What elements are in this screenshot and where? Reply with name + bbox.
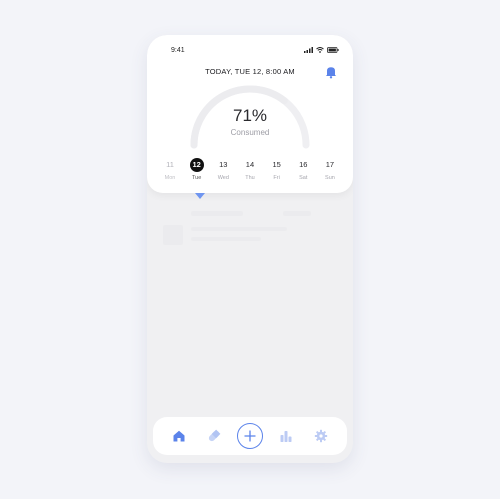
bell-icon[interactable]	[324, 65, 338, 79]
consumed-label: Consumed	[230, 128, 270, 137]
tab-medications[interactable]	[202, 424, 226, 448]
placeholder-line	[191, 211, 243, 216]
phone-frame: 9:41 TODAY, TUE 12, 8:00 AM 71% Consumed…	[147, 35, 353, 463]
tab-statistics[interactable]	[274, 424, 298, 448]
add-icon	[244, 430, 256, 442]
bottom-tab-bar	[153, 417, 347, 455]
loading-placeholder	[155, 203, 315, 259]
gear-icon	[315, 429, 328, 443]
day-number: 13	[219, 160, 228, 169]
placeholder-line	[191, 227, 287, 231]
signal-icon	[304, 47, 313, 53]
home-icon	[173, 430, 185, 442]
battery-icon	[327, 47, 339, 53]
tab-settings[interactable]	[309, 424, 333, 448]
day-number: 16	[299, 160, 308, 169]
week-day-selector: 11 Mon 12 Tue 13 Wed 14 Thu 15 Fri 16 Sat 17 Sun	[160, 158, 340, 181]
day-sat[interactable]: 16 Sat	[293, 158, 313, 181]
day-label: Fri	[273, 175, 280, 181]
day-label: Tue	[192, 175, 202, 181]
add-button[interactable]	[236, 423, 263, 449]
day-fri[interactable]: 15 Fri	[267, 158, 287, 181]
day-label: Mon	[164, 175, 176, 181]
day-number: 15	[272, 160, 281, 169]
header-date: TODAY, TUE 12, 8:00 AM	[205, 67, 295, 76]
day-sun[interactable]: 17 Sun	[320, 158, 340, 181]
summary-card: 9:41 TODAY, TUE 12, 8:00 AM 71% Consumed…	[147, 35, 353, 193]
day-number: 14	[245, 160, 255, 169]
day-wed[interactable]: 13 Wed	[213, 158, 233, 181]
placeholder-line	[191, 237, 261, 241]
day-label: Wed	[217, 175, 229, 181]
day-tue[interactable]: 12 Tue	[187, 158, 207, 181]
selected-day-pointer	[195, 193, 205, 199]
day-mon[interactable]: 11 Mon	[160, 158, 180, 181]
day-number: 17	[325, 160, 335, 169]
wifi-icon	[316, 47, 324, 53]
tab-home[interactable]	[167, 424, 191, 448]
screen: 9:41 TODAY, TUE 12, 8:00 AM 71% Consumed…	[0, 0, 500, 499]
status-icons	[304, 47, 339, 53]
day-number: 11	[166, 160, 174, 169]
pill-icon	[208, 429, 221, 442]
day-label: Thu	[245, 175, 255, 181]
consumed-percent: 71%	[232, 106, 268, 125]
day-thu[interactable]: 14 Thu	[240, 158, 260, 181]
placeholder-line	[283, 211, 311, 216]
day-label: Sat	[299, 175, 308, 181]
day-label: Sun	[325, 175, 335, 181]
bar-chart-icon	[280, 431, 292, 442]
status-time: 9:41	[171, 47, 185, 54]
day-number: 12	[189, 158, 204, 172]
placeholder-thumb	[163, 225, 183, 245]
